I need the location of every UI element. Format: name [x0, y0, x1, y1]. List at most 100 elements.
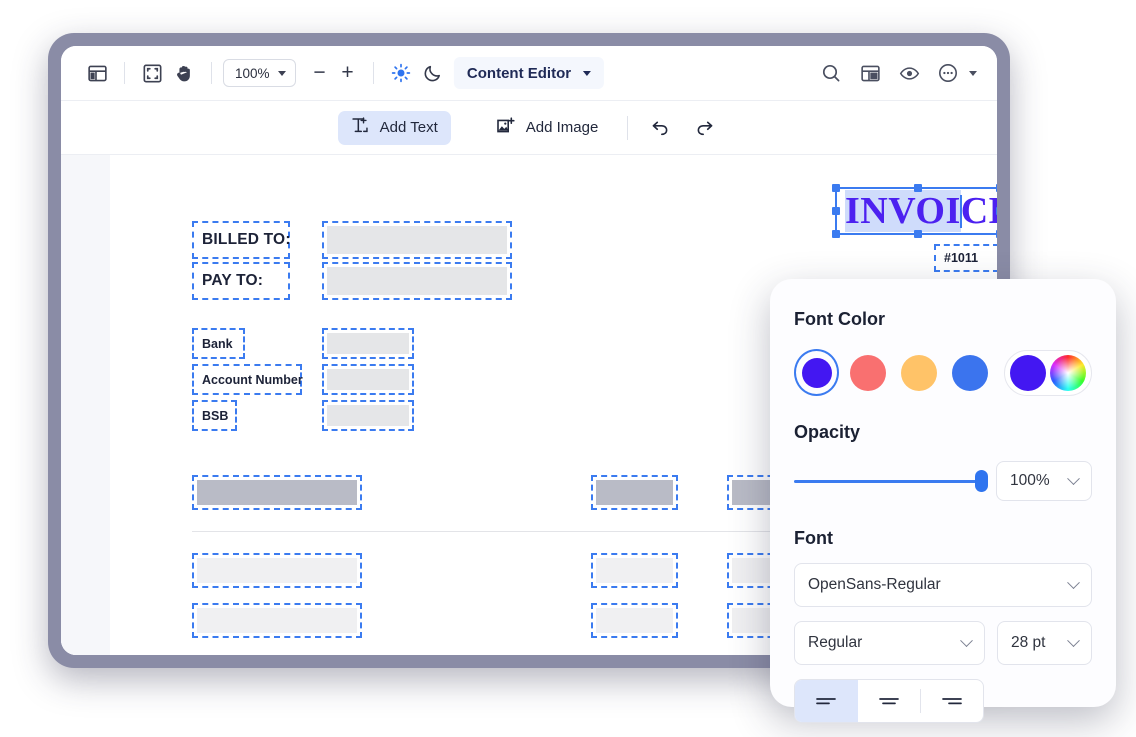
- color-swatch-coral[interactable]: [845, 349, 890, 396]
- sun-icon[interactable]: [385, 57, 417, 89]
- account-number-value-box[interactable]: [322, 364, 414, 395]
- opacity-slider-thumb[interactable]: [975, 470, 988, 492]
- swatch-fill: [801, 357, 832, 388]
- add-image-icon: [496, 116, 516, 140]
- resize-handle-s[interactable]: [914, 230, 922, 238]
- add-image-button[interactable]: Add Image: [483, 111, 612, 145]
- bsb-label-field[interactable]: BSB: [192, 400, 237, 431]
- resize-handle-w[interactable]: [832, 207, 840, 215]
- placeholder-fill: [197, 608, 357, 633]
- zoom-out-button[interactable]: −: [306, 59, 334, 87]
- hand-tool-icon[interactable]: [168, 57, 200, 89]
- invoice-title-object[interactable]: INVOICE: [832, 184, 997, 238]
- color-swatch-violet[interactable]: [794, 349, 839, 396]
- add-image-label: Add Image: [525, 119, 599, 136]
- font-heading: Font: [794, 528, 833, 548]
- add-text-button[interactable]: Add Text: [337, 110, 451, 145]
- font-properties-panel: Font Color Opacity 100% Font OpenSans-Re: [770, 279, 1116, 723]
- table-row-2-cell-1[interactable]: [192, 603, 362, 638]
- bank-value-box[interactable]: [322, 328, 414, 359]
- bank-label-field[interactable]: Bank: [192, 328, 245, 359]
- opacity-heading: Opacity: [794, 422, 861, 442]
- view-tools-group: [81, 57, 223, 89]
- align-center-button[interactable]: [858, 680, 921, 722]
- account-number-label-field[interactable]: Account Number: [192, 364, 303, 395]
- color-swatch-blue[interactable]: [947, 349, 992, 396]
- bank-label: Bank: [202, 336, 233, 351]
- table-header-cell-1[interactable]: [192, 475, 362, 510]
- invoice-number-label: #1011: [944, 251, 979, 265]
- resize-handle-se[interactable]: [996, 230, 997, 238]
- align-right-button[interactable]: [920, 680, 983, 722]
- zoom-level-value: 100%: [235, 65, 270, 81]
- table-row-1-cell-2[interactable]: [591, 553, 678, 588]
- font-family-value: OpenSans-Regular: [808, 576, 941, 593]
- placeholder-fill: [596, 480, 673, 505]
- panel-layout-icon[interactable]: [854, 57, 886, 89]
- zoom-in-button[interactable]: +: [334, 59, 362, 87]
- current-color-preview: [1010, 354, 1046, 391]
- table-header-cell-2[interactable]: [591, 475, 678, 510]
- resize-handle-ne[interactable]: [996, 184, 997, 192]
- zoom-level-dropdown[interactable]: 100%: [223, 59, 296, 87]
- placeholder-fill: [596, 608, 673, 633]
- font-size-dropdown[interactable]: 28 pt: [997, 621, 1092, 665]
- canvas-left-rail: [61, 155, 110, 655]
- font-color-heading: Font Color: [794, 309, 885, 329]
- pay-to-value-box[interactable]: [322, 262, 512, 300]
- placeholder-fill: [327, 267, 507, 295]
- search-icon[interactable]: [815, 57, 847, 89]
- add-text-label: Add Text: [379, 119, 438, 136]
- placeholder-fill: [327, 333, 409, 354]
- undo-icon[interactable]: [644, 112, 676, 144]
- color-swatch-amber[interactable]: [896, 349, 941, 396]
- billed-to-value-box[interactable]: [322, 221, 512, 259]
- chevron-down-icon: [583, 70, 592, 76]
- placeholder-fill: [327, 226, 507, 254]
- content-editor-dropdown[interactable]: Content Editor: [453, 57, 605, 89]
- eye-icon[interactable]: [893, 57, 925, 89]
- redo-icon[interactable]: [688, 112, 720, 144]
- color-wheel-icon[interactable]: [1050, 354, 1086, 391]
- resize-handle-e[interactable]: [996, 207, 997, 215]
- table-row-1-cell-1[interactable]: [192, 553, 362, 588]
- invoice-title-text: INVOICE: [845, 189, 997, 233]
- text-alignment-group: [794, 679, 984, 723]
- more-options-icon[interactable]: [932, 57, 964, 89]
- font-color-swatches: [794, 349, 1092, 396]
- opacity-control-row: 100%: [794, 461, 1092, 501]
- placeholder-fill: [327, 369, 409, 390]
- pay-to-label-field[interactable]: PAY TO:: [192, 262, 290, 300]
- opacity-value-dropdown[interactable]: 100%: [996, 461, 1092, 501]
- bsb-value-box[interactable]: [322, 400, 414, 431]
- chevron-down-icon[interactable]: [969, 70, 977, 76]
- opacity-value: 100%: [1010, 472, 1050, 489]
- chevron-down-icon: [1067, 575, 1080, 589]
- placeholder-fill: [197, 558, 357, 583]
- moon-icon[interactable]: [417, 57, 449, 89]
- panel-layout-icon[interactable]: [81, 57, 113, 89]
- swatch-fill: [849, 354, 886, 391]
- chevron-down-icon: [277, 70, 286, 76]
- align-left-button[interactable]: [795, 680, 858, 722]
- fit-screen-icon[interactable]: [136, 57, 168, 89]
- opacity-slider[interactable]: [794, 470, 988, 492]
- account-number-label: Account Number: [202, 372, 303, 387]
- custom-color-picker[interactable]: [1004, 349, 1092, 396]
- placeholder-fill: [197, 480, 357, 505]
- chevron-down-icon: [1067, 633, 1080, 647]
- resize-handle-sw[interactable]: [832, 230, 840, 238]
- swatch-fill: [900, 354, 937, 391]
- font-family-dropdown[interactable]: OpenSans-Regular: [794, 563, 1092, 607]
- table-row-2-cell-2[interactable]: [591, 603, 678, 638]
- resize-handle-n[interactable]: [914, 184, 922, 192]
- resize-handle-nw[interactable]: [832, 184, 840, 192]
- placeholder-fill: [596, 558, 673, 583]
- bsb-label: BSB: [202, 408, 229, 423]
- billed-to-label-field[interactable]: BILLED TO:: [192, 221, 290, 259]
- invoice-number-field[interactable]: #1011: [934, 244, 997, 272]
- add-text-icon: [351, 116, 370, 139]
- invoice-title-selected: INVOI: [845, 190, 961, 232]
- font-style-dropdown[interactable]: Regular: [794, 621, 985, 665]
- pay-to-label: PAY TO:: [202, 272, 264, 289]
